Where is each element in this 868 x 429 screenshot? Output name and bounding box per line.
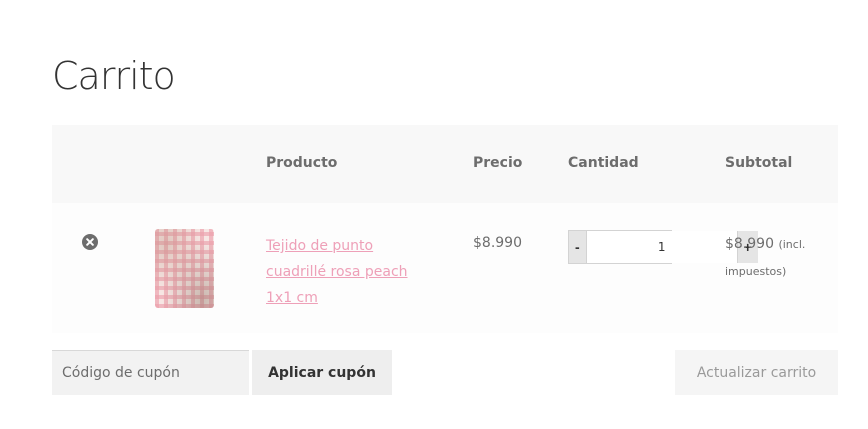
update-cart-button[interactable]: Actualizar carrito xyxy=(675,350,838,395)
coupon-code-input[interactable] xyxy=(52,350,249,395)
page-title: Carrito xyxy=(52,54,176,98)
header-subtotal: Subtotal xyxy=(725,155,793,171)
cart-actions: Aplicar cupón Actualizar carrito xyxy=(52,350,838,395)
cart-table-header: Producto Precio Cantidad Subtotal xyxy=(52,125,838,203)
quantity-input[interactable] xyxy=(585,231,738,263)
product-subtotal: $8.990 (incl. impuestos) xyxy=(725,231,835,285)
header-quantity: Cantidad xyxy=(568,155,639,171)
remove-item-icon[interactable] xyxy=(82,234,98,250)
cart-item-row: Tejido de punto cuadrillé rosa peach 1x1… xyxy=(52,203,838,333)
header-product: Producto xyxy=(266,155,338,171)
quantity-decrease-button[interactable]: - xyxy=(569,231,586,263)
cart-table: Producto Precio Cantidad Subtotal Tejido… xyxy=(52,125,838,333)
product-name-link[interactable]: Tejido de punto cuadrillé rosa peach 1x1… xyxy=(266,233,416,311)
apply-coupon-button[interactable]: Aplicar cupón xyxy=(252,350,392,395)
product-thumbnail[interactable] xyxy=(155,229,214,308)
subtotal-amount: $8.990 xyxy=(725,236,774,252)
product-price: $8.990 xyxy=(473,235,522,251)
header-price: Precio xyxy=(473,155,523,171)
quantity-stepper: - + xyxy=(568,230,758,264)
